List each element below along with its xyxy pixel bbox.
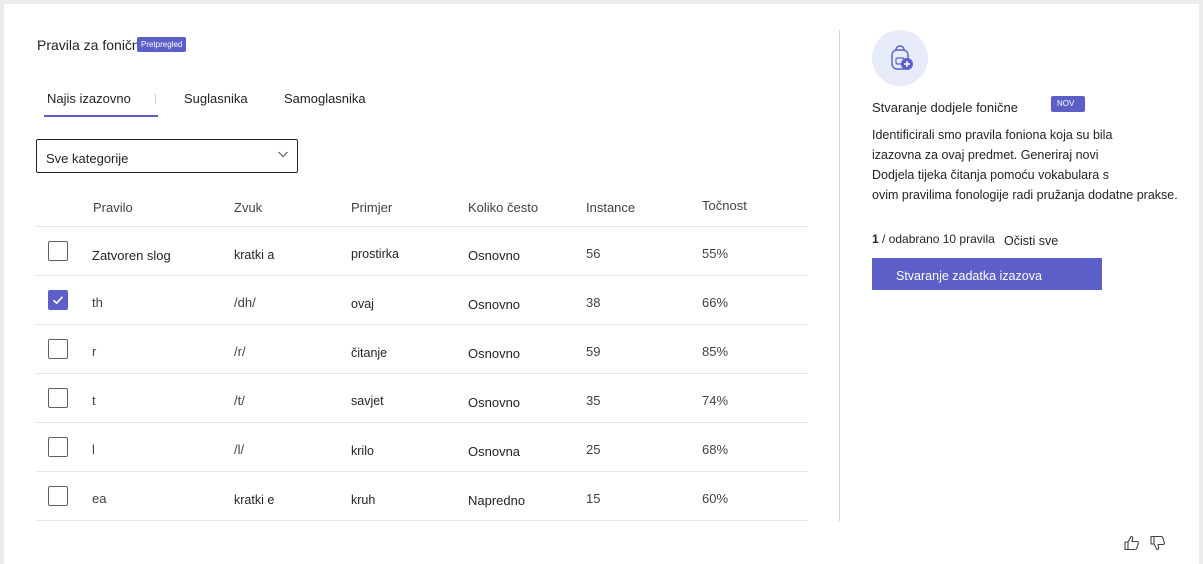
row-checkbox[interactable] (48, 339, 68, 359)
cell-rule: Zatvoren slog (92, 248, 171, 263)
cell-instances: 59 (586, 344, 601, 359)
cell-accuracy: 66% (702, 295, 729, 310)
cell-instances: 15 (586, 491, 601, 506)
backpack-add-icon (891, 45, 913, 70)
chevron-down-icon (278, 151, 288, 158)
row-checkbox[interactable] (48, 388, 68, 408)
panel-title: Stvaranje dodjele fonične (872, 100, 1018, 115)
cell-sound: kratki e (234, 493, 275, 507)
cell-accuracy: 60% (702, 491, 729, 506)
cell-example: kruh (351, 493, 376, 507)
create-challenge-assignment-button[interactable]: Stvaranje zadatka izazova (872, 258, 1102, 290)
cell-example: ovaj (351, 297, 374, 311)
cell-frequency: Osnovno (468, 248, 521, 263)
cell-example: čitanje (351, 346, 388, 360)
column-header-example[interactable]: Primjer (351, 200, 392, 215)
cell-instances: 56 (586, 246, 601, 261)
assignment-avatar (872, 30, 928, 86)
cell-rule: l (92, 442, 95, 457)
cell-example: savjet (351, 394, 384, 408)
row-divider (36, 422, 808, 423)
tab-most-challenging[interactable]: Najis izazovno (47, 91, 131, 106)
thumbs-down-icon[interactable] (1149, 534, 1167, 552)
row-divider (36, 520, 808, 521)
column-header-sound[interactable]: Zvuk (234, 200, 262, 215)
cell-sound: kratki a (234, 248, 275, 262)
cell-rule: ea (92, 491, 107, 506)
tab-vowels[interactable]: Samoglasnika (284, 91, 366, 106)
cell-sound: /r/ (234, 344, 246, 359)
cell-frequency: Osnovna (468, 444, 521, 459)
cell-sound: /dh/ (234, 295, 256, 310)
cell-accuracy: 74% (702, 393, 729, 408)
panel-description-line: izazovna za ovaj predmet. Generiraj novi (872, 148, 1099, 162)
cell-accuracy: 68% (702, 442, 729, 457)
cell-instances: 35 (586, 393, 601, 408)
tab-separator (155, 94, 156, 104)
cell-instances: 38 (586, 295, 601, 310)
selection-count-text: / odabrano 10 pravila (882, 232, 995, 246)
category-dropdown[interactable]: Sve kategorije (36, 139, 298, 173)
column-header-frequency[interactable]: Koliko često (468, 200, 538, 215)
panel-description-line: ovim pravilima fonologije radi pružanja … (872, 188, 1178, 202)
row-checkbox[interactable] (48, 241, 68, 261)
checkmark-icon (52, 296, 64, 305)
cell-accuracy: 55% (702, 246, 729, 261)
main-card: Pravila za fonični Pretpregled Najis iza… (4, 4, 1199, 564)
row-divider (36, 471, 808, 472)
selection-count: 1 / odabrano 10 pravila (872, 232, 995, 246)
row-checkbox-checked[interactable] (48, 290, 68, 310)
cell-frequency: Osnovno (468, 346, 521, 361)
row-divider (36, 324, 808, 325)
page-title: Pravila za fonični (37, 37, 143, 53)
preview-badge: Pretpregled (137, 37, 187, 52)
cell-frequency: Osnovno (468, 297, 521, 312)
panel-divider (839, 30, 840, 521)
cell-rule: t (92, 393, 96, 408)
row-divider (36, 373, 808, 374)
category-dropdown-value: Sve kategorije (46, 151, 129, 166)
cell-example: krilo (351, 444, 374, 458)
column-header-accuracy[interactable]: Točnost (702, 198, 747, 213)
header-divider (36, 226, 808, 227)
active-tab-indicator (44, 115, 158, 117)
new-badge: NOV (1051, 96, 1085, 112)
row-divider (36, 275, 808, 276)
cell-instances: 25 (586, 442, 601, 457)
cell-sound: /l/ (234, 442, 245, 457)
row-checkbox[interactable] (48, 437, 68, 457)
cell-frequency: Osnovno (468, 395, 521, 410)
selection-count-number: 1 (872, 232, 879, 246)
cell-rule: th (92, 295, 103, 310)
row-checkbox[interactable] (48, 486, 68, 506)
cell-example: prostirka (351, 247, 399, 261)
panel-description-line: Dodjela tijeka čitanja pomoću vokabulara… (872, 168, 1109, 182)
cell-rule: r (92, 344, 97, 359)
column-header-rule[interactable]: Pravilo (93, 200, 133, 215)
thumbs-up-icon[interactable] (1123, 534, 1141, 552)
clear-all-link[interactable]: Očisti sve (1004, 234, 1058, 248)
panel-description-line: Identificirali smo pravila foniona koja … (872, 128, 1113, 142)
cell-accuracy: 85% (702, 344, 729, 359)
tab-consonants[interactable]: Suglasnika (184, 91, 248, 106)
column-header-instances[interactable]: Instance (586, 200, 635, 215)
cell-sound: /t/ (234, 393, 245, 408)
cell-frequency: Napredno (468, 493, 526, 508)
